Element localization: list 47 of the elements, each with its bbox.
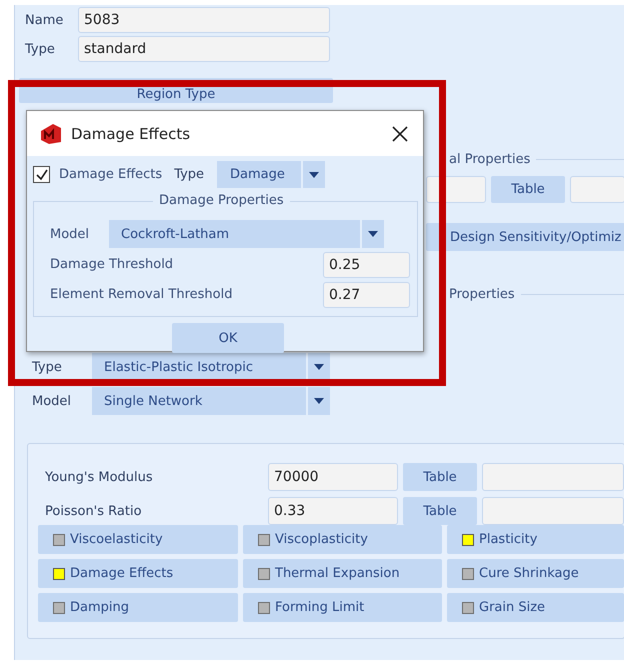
text-field[interactable]: [482, 463, 624, 491]
section-heading: al Properties: [449, 152, 532, 166]
dropdown[interactable]: Damage: [217, 161, 326, 188]
caret-icon: [368, 231, 378, 237]
table-button[interactable]: Table: [491, 176, 565, 203]
text-field[interactable]: 0.27: [323, 282, 410, 308]
text-field[interactable]: [570, 176, 624, 203]
dialog-title: Damage Effects: [71, 124, 192, 142]
table-button[interactable]: Table: [403, 463, 477, 491]
design-sensitivity-button[interactable]: Design Sensitivity/Optimiz: [426, 223, 624, 251]
field-label: Model: [50, 226, 90, 242]
field-label: Damage Threshold: [50, 257, 174, 272]
text-field[interactable]: [482, 497, 624, 525]
toggle-button[interactable]: Thermal Expansion: [243, 559, 442, 588]
field-label: Model: [32, 394, 72, 408]
ok-button[interactable]: OK: [172, 323, 284, 353]
table-button[interactable]: Table: [403, 497, 477, 525]
toggle-button[interactable]: Grain Size: [447, 593, 624, 622]
section-heading: Properties: [449, 286, 516, 302]
toggle-button[interactable]: Damage Effects: [38, 559, 238, 588]
toggle-button[interactable]: Damping: [38, 593, 238, 622]
toggle-button[interactable]: Cure Shrinkage: [447, 559, 624, 588]
text-field[interactable]: standard: [78, 36, 330, 62]
checkbox[interactable]: [33, 166, 50, 183]
group-title: Damage Properties: [153, 193, 290, 208]
toggle-button[interactable]: Plasticity: [447, 525, 624, 554]
caret-icon: [314, 364, 324, 370]
field-label: Young's Modulus: [45, 470, 154, 484]
field-label: Poisson's Ratio: [45, 504, 143, 518]
text-field[interactable]: 0.33: [268, 497, 398, 525]
close-icon[interactable]: [392, 126, 408, 142]
dropdown-value: Damage: [217, 161, 302, 188]
field-label: Name: [25, 12, 64, 28]
field-label: Type: [25, 42, 56, 56]
field-label: Element Removal Threshold: [50, 287, 234, 302]
app-logo-icon: [39, 122, 63, 144]
toggle-button[interactable]: Forming Limit: [243, 593, 442, 622]
field-label: Type: [174, 167, 204, 182]
caret-icon: [314, 398, 324, 404]
caret-icon: [309, 172, 320, 178]
text-field[interactable]: 70000: [268, 463, 398, 491]
field-label: Type: [32, 360, 63, 374]
text-field[interactable]: 5083: [78, 7, 330, 33]
text-field[interactable]: 0.25: [323, 252, 410, 278]
checkbox-label: Damage Effects: [59, 167, 162, 182]
toggle-button[interactable]: Viscoelasticity: [38, 525, 238, 554]
toggle-button[interactable]: Viscoplasticity: [243, 525, 442, 554]
